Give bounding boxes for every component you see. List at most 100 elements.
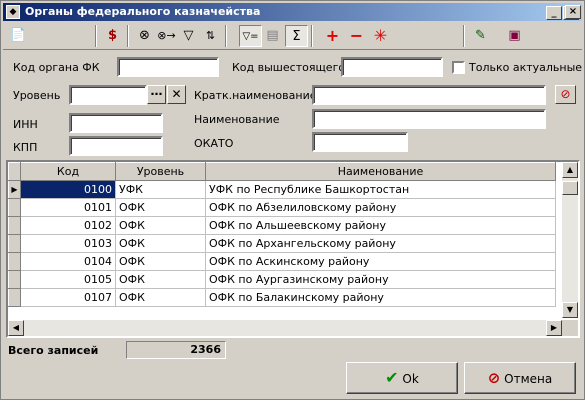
parent-code-input[interactable] — [341, 57, 443, 77]
level-input[interactable] — [69, 85, 147, 105]
level-label: Уровень — [13, 89, 61, 102]
document-icon[interactable]: 📄 — [7, 25, 30, 47]
scroll-right-icon[interactable]: ▶ — [546, 320, 562, 336]
cell-level[interactable]: ОФК — [115, 270, 206, 289]
parent-code-label: Код вышестоящего — [232, 61, 346, 74]
cell-code[interactable]: 0101 — [20, 198, 116, 217]
close-button[interactable]: × — [565, 5, 581, 19]
row-pointer-icon: ▶ — [8, 180, 21, 199]
inn-input[interactable] — [69, 113, 163, 133]
toolbar-separator — [463, 25, 465, 47]
filter-icon[interactable]: ▽ — [177, 25, 200, 47]
header-code[interactable]: Код — [20, 162, 116, 181]
clear-level-button[interactable]: ✕ — [167, 85, 186, 104]
dialog-window: ◆ Органы федерального казначейства _ □ 📄… — [0, 0, 585, 400]
cell-name[interactable]: ОФК по Абзелиловскому району — [205, 198, 556, 217]
cell-level[interactable]: ОФК — [115, 234, 206, 253]
table-row[interactable]: 0101 ОФК ОФК по Абзелиловскому району — [8, 198, 556, 217]
cell-code[interactable]: 0104 — [20, 252, 116, 271]
cancel-icon: ⊘ — [487, 369, 501, 387]
ok-label: Ok — [402, 372, 419, 386]
toolbar-separator — [127, 25, 129, 47]
actual-only-checkbox[interactable] — [452, 61, 465, 74]
record-icon[interactable]: ▤ — [261, 25, 284, 47]
binoculars-icon[interactable]: ⊗ — [133, 25, 156, 47]
short-name-input[interactable] — [312, 85, 546, 105]
pin-icon[interactable]: ✎ — [469, 25, 492, 47]
check-icon: ✔ — [385, 368, 399, 387]
grid-table: Код Уровень Наименование ▶ 0100 УФК УФК … — [8, 162, 556, 307]
data-grid[interactable]: Код Уровень Наименование ▶ 0100 УФК УФК … — [6, 160, 580, 338]
row-indicator — [8, 234, 21, 253]
table-row[interactable]: 0102 ОФК ОФК по Альшеевскому району — [8, 216, 556, 235]
cell-level[interactable]: ОФК — [115, 198, 206, 217]
okato-input[interactable] — [312, 132, 408, 152]
find-next-icon[interactable]: ⊗→ — [155, 25, 178, 47]
scroll-up-icon[interactable]: ▲ — [562, 162, 578, 178]
cell-code[interactable]: 0103 — [20, 234, 116, 253]
table-row[interactable]: ▶ 0100 УФК УФК по Республике Башкортоста… — [8, 180, 556, 199]
vertical-scrollbar[interactable]: ▲ ▼ — [562, 162, 578, 318]
plus-icon[interactable]: + — [321, 25, 344, 47]
code-label: Код органа ФК — [13, 61, 100, 74]
book-icon[interactable]: ▣ — [503, 25, 526, 47]
window-title: Органы федерального казначейства — [25, 5, 261, 18]
cell-name[interactable]: ОФК по Балакинскому району — [205, 288, 556, 307]
cell-level[interactable]: ОФК — [115, 288, 206, 307]
cell-name[interactable]: ОФК по Аскинскому району — [205, 252, 556, 271]
scroll-thumb[interactable] — [562, 181, 578, 195]
scroll-down-icon[interactable]: ▼ — [562, 302, 578, 318]
sort-icon[interactable]: ⇅ — [199, 25, 222, 47]
cell-name[interactable]: ОФК по Аургазинскому району — [205, 270, 556, 289]
actual-only-label: Только актуальные — [469, 61, 583, 74]
cell-code[interactable]: 0107 — [20, 288, 116, 307]
kpp-input[interactable] — [69, 136, 163, 156]
clear-filter-icon[interactable]: ⊘ — [555, 85, 576, 104]
toolbar: 📄 $ ⊗ ⊗→ ▽ ⇅ ▽= ▤ Σ + − ✳ ✎ ▣ — [3, 23, 582, 50]
horizontal-scrollbar[interactable]: ◀ ▶ — [8, 320, 562, 336]
grid-corner — [8, 162, 21, 181]
money-icon[interactable]: $ — [101, 25, 124, 47]
scroll-corner — [562, 320, 578, 336]
name-input[interactable] — [312, 109, 546, 129]
cell-name[interactable]: УФК по Республике Башкортостан — [205, 180, 556, 199]
total-records-value: 2366 — [126, 341, 226, 359]
toolbar-separator — [311, 25, 313, 47]
minimize-button[interactable]: _ — [546, 6, 562, 20]
name-label: Наименование — [194, 113, 280, 126]
ellipsis-button[interactable]: ⋯ — [147, 85, 166, 104]
code-input[interactable] — [117, 57, 219, 77]
app-icon: ◆ — [6, 5, 20, 19]
asterisk-icon[interactable]: ✳ — [369, 25, 392, 47]
row-indicator — [8, 216, 21, 235]
toolbar-separator — [95, 25, 97, 47]
cell-level[interactable]: ОФК — [115, 216, 206, 235]
ok-button[interactable]: ✔ Ok — [346, 362, 458, 394]
table-row[interactable]: 0104 ОФК ОФК по Аскинскому району — [8, 252, 556, 271]
table-row[interactable]: 0103 ОФК ОФК по Архангельскому району — [8, 234, 556, 253]
filter-equal-icon[interactable]: ▽= — [239, 25, 262, 47]
row-indicator — [8, 198, 21, 217]
minus-icon[interactable]: − — [345, 25, 368, 47]
cancel-button[interactable]: ⊘ Отмена — [464, 362, 576, 394]
cell-name[interactable]: ОФК по Альшеевскому району — [205, 216, 556, 235]
cell-code[interactable]: 0102 — [20, 216, 116, 235]
sum-icon[interactable]: Σ — [285, 25, 308, 47]
cell-level[interactable]: ОФК — [115, 252, 206, 271]
scroll-left-icon[interactable]: ◀ — [8, 320, 24, 336]
cell-code[interactable]: 0105 — [20, 270, 116, 289]
table-row[interactable]: 0105 ОФК ОФК по Аургазинскому району — [8, 270, 556, 289]
okato-label: ОКАТО — [194, 137, 234, 150]
table-row[interactable]: 0107 ОФК ОФК по Балакинскому району — [8, 288, 556, 307]
cell-level[interactable]: УФК — [115, 180, 206, 199]
inn-label: ИНН — [13, 118, 38, 131]
header-level[interactable]: Уровень — [115, 162, 206, 181]
title-bar: ◆ Органы федерального казначейства _ □ — [3, 3, 582, 21]
toolbar-separator — [225, 25, 227, 47]
total-records-label: Всего записей — [8, 344, 99, 357]
cell-code[interactable]: 0100 — [20, 180, 116, 199]
row-indicator — [8, 252, 21, 271]
row-indicator — [8, 270, 21, 289]
cell-name[interactable]: ОФК по Архангельскому району — [205, 234, 556, 253]
header-name[interactable]: Наименование — [205, 162, 556, 181]
